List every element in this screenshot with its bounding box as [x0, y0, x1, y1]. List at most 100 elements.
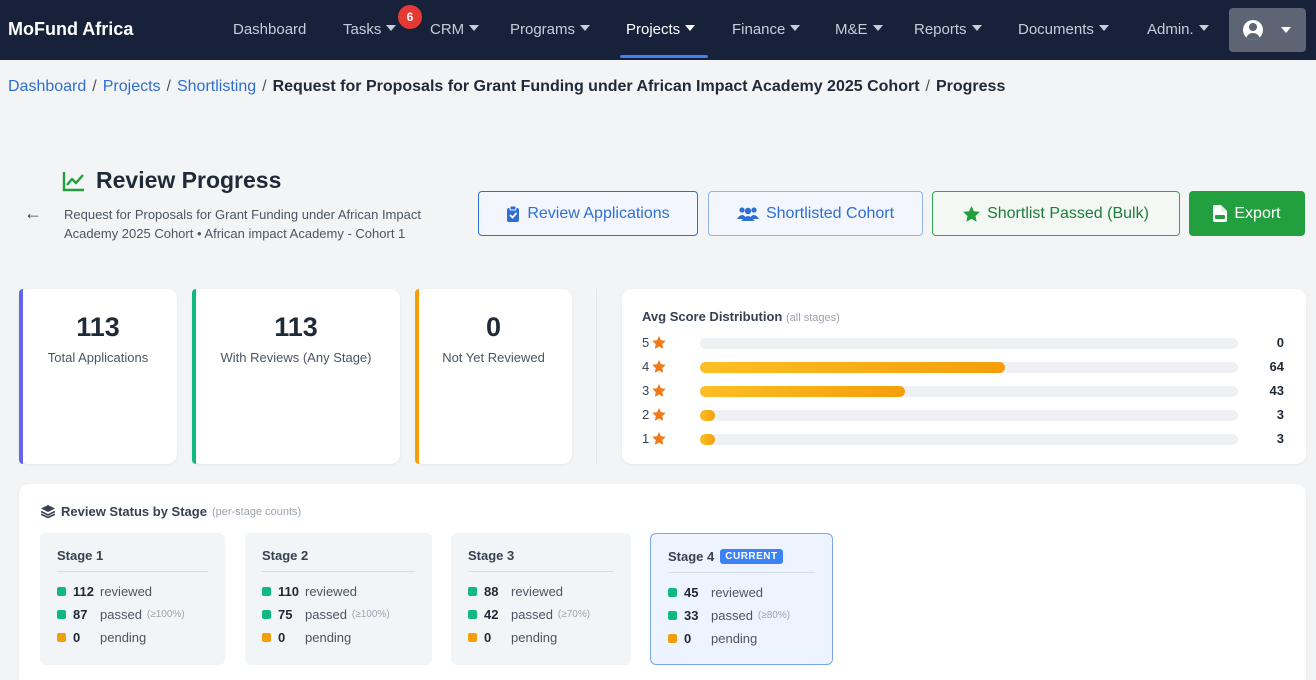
star-icon: [652, 384, 667, 397]
status-dot: [468, 587, 477, 596]
nav-reports[interactable]: Reports: [914, 21, 982, 38]
pending-label: pending: [511, 630, 558, 645]
breadcrumb-progress: Progress: [935, 78, 1006, 95]
reviewed-label: reviewed: [711, 585, 764, 600]
chevron-down-icon: [1281, 27, 1291, 33]
reviewed-label: reviewed: [511, 584, 564, 599]
review-status-card: Review Status by Stage (per-stage counts…: [19, 484, 1306, 680]
nav-tasks[interactable]: Tasks: [343, 21, 397, 38]
chevron-down-icon: [469, 25, 480, 32]
stage-name: Stage 3: [468, 548, 514, 563]
stage-reviewed: 45 reviewed: [668, 585, 763, 600]
status-dot: [57, 610, 66, 619]
nav-dashboard[interactable]: Dashboard: [233, 21, 306, 38]
nav-documents[interactable]: Documents: [1018, 21, 1109, 38]
export-label: Export: [1234, 204, 1281, 222]
stage-divider: [262, 571, 415, 572]
chevron-down-icon: [971, 25, 982, 32]
vertical-divider: [596, 289, 597, 464]
star-count: 1: [642, 431, 650, 446]
breadcrumb-projects[interactable]: Projects: [103, 78, 161, 95]
status-dot: [262, 610, 271, 619]
score-distribution-title: Avg Score Distribution (all stages): [642, 309, 840, 324]
status-dot: [262, 633, 271, 642]
stage-name: Stage 2: [262, 548, 308, 563]
passed-count: 75: [278, 607, 293, 622]
status-dot: [668, 634, 677, 643]
score-row-label: 2: [642, 407, 667, 422]
star-icon: [652, 360, 667, 373]
review-status-title: Review Status by Stage: [61, 504, 207, 519]
nav-projects[interactable]: Projects: [626, 21, 696, 38]
nav-me[interactable]: M&E: [835, 21, 883, 38]
export-button[interactable]: Export: [1189, 191, 1305, 236]
star-count: 3: [642, 383, 650, 398]
with-reviews-label: With Reviews (Any Stage): [220, 350, 372, 365]
star-count: 2: [642, 407, 650, 422]
breadcrumb-shortlisting[interactable]: Shortlisting: [177, 78, 256, 95]
stage-divider: [57, 571, 208, 572]
passed-label: passed: [100, 607, 142, 622]
pass-threshold: (≥100%): [146, 609, 185, 620]
score-distribution-note: (all stages): [786, 312, 840, 324]
score-row-2: 23: [622, 406, 1306, 424]
stage-reviewed: 88 reviewed: [468, 584, 563, 599]
score-bar-track: [700, 386, 1238, 397]
score-row-1: 13: [622, 430, 1306, 448]
stat-card-total: 113 Total Applications: [19, 289, 177, 464]
stage-divider: [668, 572, 815, 573]
stage-pending: 0 pending: [57, 630, 146, 645]
stage-box-1: Stage 1 112 reviewed 87 passed (≥100%) 0 pendin…: [40, 533, 225, 665]
score-row-3: 3 43: [622, 382, 1306, 400]
active-nav-indicator: [620, 55, 708, 58]
reviewed-label: reviewed: [100, 584, 153, 599]
chevron-down-icon: [386, 25, 397, 32]
status-dot: [57, 633, 66, 642]
passed-count: 33: [684, 608, 699, 623]
shortlisted-cohort-button[interactable]: Shortlisted Cohort: [708, 191, 923, 236]
stage-pending: 0 pending: [468, 630, 557, 645]
score-count: 43: [1269, 383, 1284, 398]
score-count: 3: [1276, 431, 1284, 446]
stat-card-not-reviewed: 0 Not Yet Reviewed: [415, 289, 572, 464]
stage-passed: 87 passed (≥100%): [57, 607, 185, 622]
page-subtitle: Request for Proposals for Grant Funding …: [64, 207, 421, 241]
stage-pending: 0 pending: [668, 631, 757, 646]
star-icon: [652, 408, 667, 421]
nav-crm[interactable]: CRM: [430, 21, 480, 38]
reviewed-count: 110: [278, 584, 299, 599]
back-arrow-icon[interactable]: ←: [24, 203, 42, 224]
breadcrumb-dashboard[interactable]: Dashboard: [8, 78, 86, 95]
review-status-heading: Review Status by Stage (per-stage counts…: [41, 504, 301, 519]
breadcrumb-rfp: Request for Proposals for Grant Funding …: [272, 78, 920, 95]
pass-threshold: (≥80%): [757, 610, 791, 621]
user-menu-button[interactable]: [1229, 8, 1306, 52]
review-applications-button[interactable]: Review Applications: [478, 191, 698, 236]
chevron-down-icon: [1198, 25, 1209, 32]
nav-programs[interactable]: Programs: [510, 21, 591, 38]
stage-reviewed: 110 reviewed: [262, 584, 357, 599]
shortlist-passed-bulk-label: Shortlist Passed (Bulk): [987, 204, 1149, 222]
score-row-5: 50: [622, 334, 1306, 352]
score-row-label: 4: [642, 359, 667, 374]
star-count: 4: [642, 359, 650, 374]
shortlist-passed-bulk-button[interactable]: Shortlist Passed (Bulk): [932, 191, 1180, 236]
nav-admin[interactable]: Admin.: [1147, 21, 1209, 38]
star-icon: [963, 205, 980, 222]
user-avatar-icon: [1243, 20, 1263, 40]
star-count: 5: [642, 335, 650, 350]
stage-passed: 33 passed (≥80%): [668, 608, 790, 623]
pending-label: pending: [100, 630, 147, 645]
breadcrumb-separator: /: [166, 78, 171, 95]
score-bar: [700, 362, 1005, 373]
clipboard-check-icon: [506, 205, 520, 222]
star-icon: [652, 432, 667, 445]
stage-passed: 75 passed (≥100%): [262, 607, 390, 622]
status-dot: [468, 610, 477, 619]
brand-logo[interactable]: MoFund Africa: [8, 19, 133, 40]
stat-card-reviewed: 113 With Reviews (Any Stage): [192, 289, 400, 464]
reviewed-count: 88: [484, 584, 499, 599]
score-bar: [700, 410, 715, 421]
reviewed-label: reviewed: [305, 584, 358, 599]
nav-finance[interactable]: Finance: [732, 21, 801, 38]
